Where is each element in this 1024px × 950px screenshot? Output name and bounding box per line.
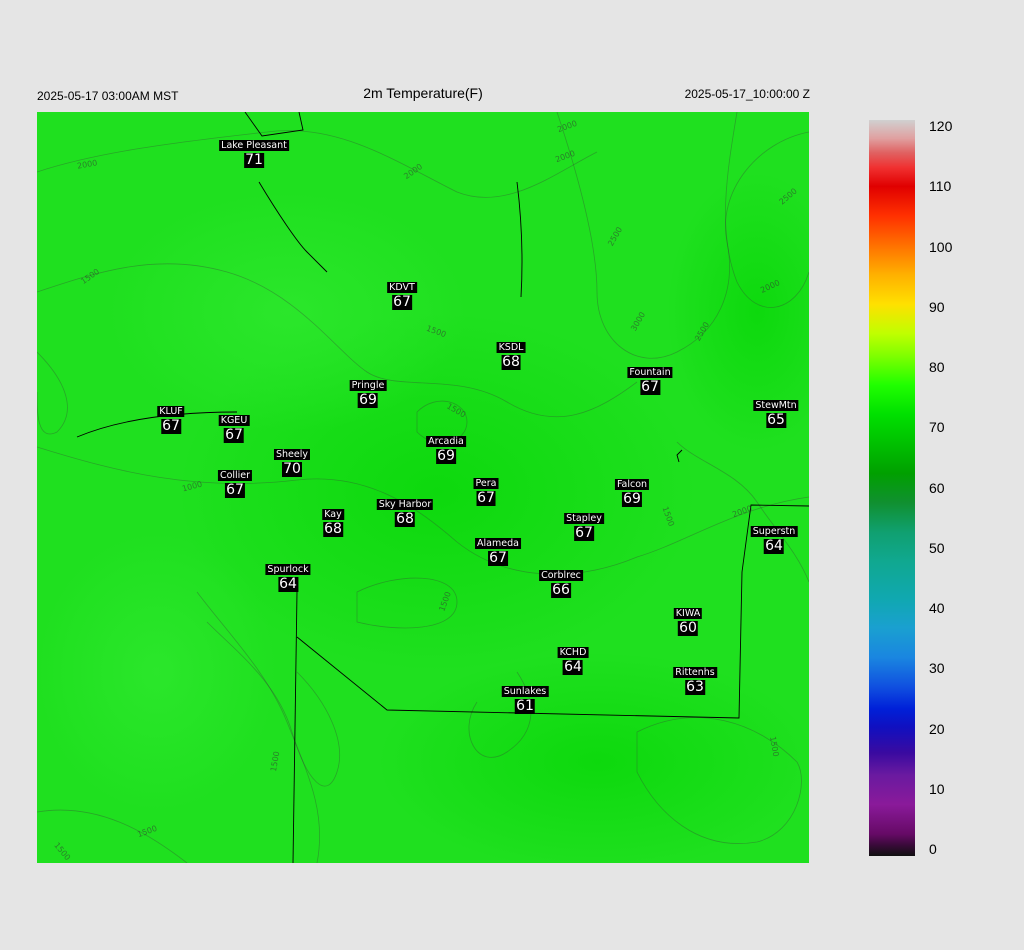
station-marker: StewMtn 65: [753, 400, 799, 428]
colorbar-tick-label: 120: [929, 118, 953, 134]
station-marker: Pringle 69: [349, 380, 387, 408]
station-name: StewMtn: [753, 400, 799, 411]
station-marker: Lake Pleasant 71: [219, 140, 289, 168]
station-name: KGEU: [218, 415, 250, 426]
station-name: KCHD: [557, 647, 589, 658]
colorbar-tick-label: 30: [929, 660, 945, 677]
colorbar-tick-label: 50: [929, 539, 945, 556]
colorbar-tick-label: 10: [929, 780, 945, 797]
station-temperature: 67: [640, 379, 660, 395]
station-name: KIWA: [673, 608, 703, 619]
station-temperature: 64: [278, 576, 298, 592]
station-marker: Kay 68: [322, 509, 344, 537]
station-name: KSDL: [496, 342, 526, 353]
colorbar-tick-label: 40: [929, 600, 945, 616]
station-temperature: 70: [282, 461, 302, 477]
station-name: Lake Pleasant: [219, 140, 289, 151]
station-name: Sheely: [273, 449, 311, 460]
station-marker: KGEU 67: [218, 415, 250, 443]
station-temperature: 64: [563, 659, 583, 675]
station-marker: KCHD 64: [557, 647, 589, 675]
station-temperature: 67: [476, 490, 496, 506]
colorbar-tick-label: 70: [929, 419, 945, 436]
temperature-map: 2000 2000 2000 2500 1500 1500 2500 2000 3000 2500…: [37, 112, 809, 863]
station-name: Fountain: [627, 367, 673, 378]
station-marker: KLUF 67: [157, 406, 185, 434]
station-name: KLUF: [157, 406, 185, 417]
station-name: Corblrec: [539, 570, 583, 581]
station-temperature: 67: [224, 427, 244, 443]
station-name: Kay: [322, 509, 344, 520]
station-marker: Sunlakes 61: [501, 686, 549, 714]
station-name: Superstn: [750, 526, 798, 537]
station-name: Pringle: [349, 380, 387, 391]
station-name: Sky Harbor: [376, 499, 434, 510]
station-marker: Fountain 67: [627, 367, 673, 395]
colorbar-tick-label: 20: [929, 720, 945, 737]
colorbar-tick-label: 110: [929, 178, 952, 195]
station-temperature: 68: [323, 521, 343, 537]
station-temperature: 71: [244, 152, 264, 168]
station-marker: Alameda 67: [475, 538, 521, 566]
station-temperature: 69: [436, 448, 456, 464]
station-temperature: 66: [551, 582, 571, 598]
station-marker: Spurlock 64: [265, 564, 311, 592]
station-temperature: 63: [685, 679, 705, 695]
colorbar-tick-label: 100: [929, 238, 953, 255]
station-temperature: 68: [395, 511, 415, 527]
temperature-colorbar: [869, 120, 915, 856]
station-name: Arcadia: [426, 436, 466, 447]
station-marker: Pera 67: [473, 478, 499, 506]
utc-timestamp: 2025-05-17_10:00:00 Z: [684, 87, 810, 101]
station-name: Sunlakes: [501, 686, 549, 697]
station-name: Rittenhs: [673, 667, 717, 678]
map-background: [37, 112, 809, 863]
colorbar-tick-label: 90: [929, 298, 945, 315]
station-name: Collier: [217, 470, 253, 481]
station-temperature: 69: [622, 491, 642, 507]
station-temperature: 60: [678, 620, 698, 636]
station-temperature: 67: [488, 550, 508, 566]
station-marker: KDVT 67: [387, 282, 417, 310]
station-name: Spurlock: [265, 564, 311, 575]
colorbar-tick-label: 0: [929, 841, 937, 857]
station-temperature: 69: [358, 392, 378, 408]
station-marker: Falcon 69: [614, 479, 650, 507]
station-marker: Rittenhs 63: [673, 667, 717, 695]
local-timestamp: 2025-05-17 03:00AM MST: [37, 89, 179, 103]
station-name: Pera: [473, 478, 499, 489]
station-name: Stapley: [564, 513, 604, 524]
colorbar-tick-label: 80: [929, 359, 945, 375]
station-marker: Stapley 67: [564, 513, 604, 541]
station-marker: KIWA 60: [673, 608, 703, 636]
station-temperature: 65: [766, 412, 786, 428]
station-marker: KSDL 68: [496, 342, 526, 370]
station-temperature: 67: [392, 294, 412, 310]
station-marker: Collier 67: [217, 470, 253, 498]
station-temperature: 67: [161, 418, 181, 434]
station-temperature: 67: [225, 482, 245, 498]
station-name: KDVT: [387, 282, 417, 293]
station-marker: Sheely 70: [273, 449, 311, 477]
colorbar-tick-label: 60: [929, 479, 945, 496]
station-temperature: 61: [515, 698, 535, 714]
station-temperature: 67: [574, 525, 594, 541]
station-temperature: 68: [501, 354, 521, 370]
station-marker: Corblrec 66: [539, 570, 583, 598]
station-name: Falcon: [614, 479, 650, 490]
station-name: Alameda: [475, 538, 521, 549]
station-marker: Superstn 64: [750, 526, 798, 554]
station-marker: Sky Harbor 68: [376, 499, 434, 527]
station-temperature: 64: [764, 538, 784, 554]
station-marker: Arcadia 69: [426, 436, 466, 464]
